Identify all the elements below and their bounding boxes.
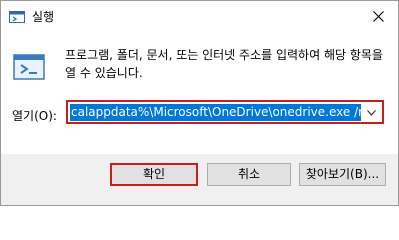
- close-icon: [372, 11, 384, 22]
- ok-button[interactable]: 확인: [110, 163, 198, 186]
- open-input[interactable]: calappdata%\Microsoft\OneDrive\onedrive.…: [70, 104, 361, 121]
- window-title: 실행: [32, 10, 55, 24]
- run-icon: [13, 52, 47, 82]
- cancel-button[interactable]: 취소: [207, 163, 291, 186]
- dialog-body: 프로그램, 폴더, 문서, 또는 인터넷 주소를 입력하여 해당 항목을 열 수…: [1, 32, 398, 154]
- title-bar: 실행: [1, 1, 398, 32]
- dropdown-button[interactable]: [362, 104, 380, 121]
- description-text: 프로그램, 폴더, 문서, 또는 인터넷 주소를 입력하여 해당 항목을 열 수…: [65, 48, 383, 80]
- open-label: 열기(O):: [12, 109, 57, 123]
- run-app-icon: [9, 9, 25, 23]
- run-dialog: 실행 프로그램, 폴더, 문서, 또는 인터넷 주소를 입력하여 해당 항목을 …: [0, 0, 399, 206]
- chevron-down-icon: [366, 109, 376, 116]
- close-button[interactable]: [358, 1, 398, 32]
- browse-button[interactable]: 찾아보기(B)...: [299, 163, 386, 186]
- open-combobox[interactable]: calappdata%\Microsoft\OneDrive\onedrive.…: [66, 100, 384, 124]
- button-bar: 확인 취소 찾아보기(B)...: [1, 154, 398, 205]
